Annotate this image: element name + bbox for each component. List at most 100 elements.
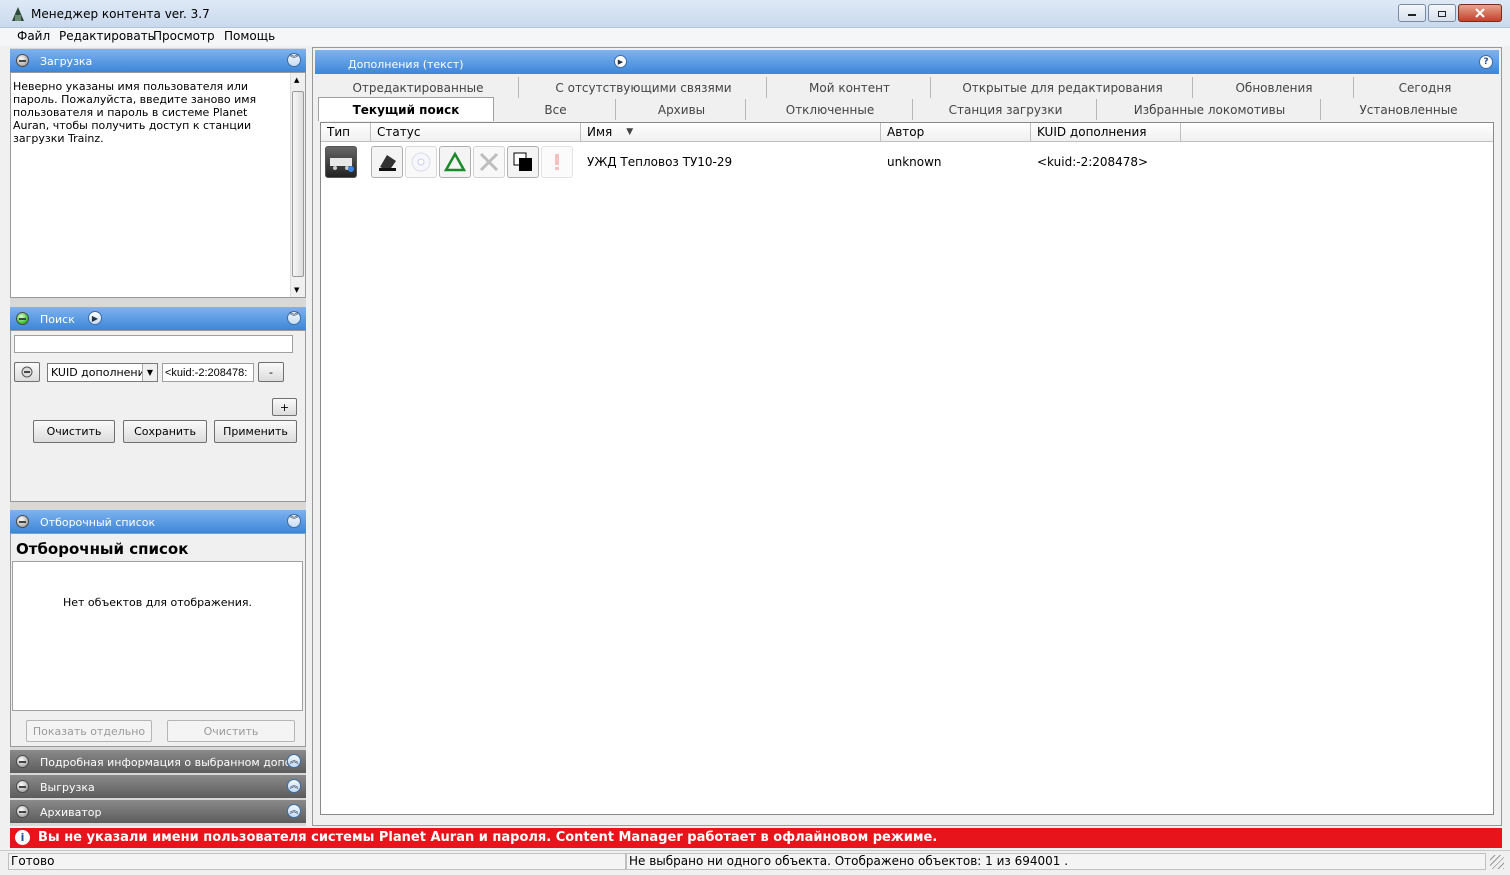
remove-filter-button[interactable]: - bbox=[258, 362, 284, 382]
shortlist-list: Нет объектов для отображения. bbox=[12, 561, 303, 711]
window-title-bar: Менеджер контента ver. 3.7 bbox=[0, 0, 1510, 28]
download-panel-header[interactable]: Загрузка ︾ bbox=[10, 49, 306, 72]
shortlist-heading: Отборочный список bbox=[16, 540, 189, 558]
filter-toggle-button[interactable] bbox=[14, 362, 40, 382]
tab-installed[interactable]: Установленные bbox=[1323, 99, 1494, 120]
layers-status-icon bbox=[507, 146, 539, 178]
save-search-button[interactable]: Сохранить bbox=[123, 420, 207, 443]
sort-down-icon: ▼ bbox=[626, 127, 634, 137]
menu-view[interactable]: Просмотр bbox=[153, 29, 215, 43]
minus-circle-icon bbox=[21, 366, 33, 378]
warning-status-icon bbox=[541, 146, 573, 178]
download-panel-title: Загрузка bbox=[40, 55, 93, 68]
download-scrollbar[interactable]: ▲ ▼ bbox=[290, 73, 305, 297]
panel-status-icon bbox=[16, 54, 29, 67]
archiver-panel-title: Архиватор bbox=[40, 806, 102, 819]
download-message: Неверно указаны имя пользователя или пар… bbox=[13, 80, 257, 145]
content-header-title: Дополнения (текст) bbox=[348, 58, 464, 71]
collapse-chevron-icon[interactable]: ︾ bbox=[287, 311, 301, 325]
expand-chevron-icon[interactable]: ︽ bbox=[287, 754, 301, 768]
maximize-button[interactable] bbox=[1428, 4, 1456, 22]
column-name-label: Имя bbox=[587, 125, 613, 139]
collapse-chevron-icon[interactable]: ︾ bbox=[287, 53, 301, 67]
apply-search-button[interactable]: Применить bbox=[214, 420, 297, 443]
shortlist-panel-body: Отборочный список Нет объектов для отобр… bbox=[10, 533, 306, 747]
tab-edited[interactable]: Отредактированные bbox=[318, 77, 519, 98]
minimize-button[interactable] bbox=[1398, 4, 1426, 22]
expand-chevron-icon[interactable]: ︽ bbox=[287, 804, 301, 818]
shortlist-panel-title: Отборочный список bbox=[40, 516, 156, 529]
tab-download-station[interactable]: Станция загрузки bbox=[915, 99, 1097, 120]
download-panel-body: Неверно указаны имя пользователя или пар… bbox=[10, 72, 306, 298]
tab-current-search[interactable]: Текущий поиск bbox=[318, 97, 494, 121]
offline-alert-bar: i Вы не указали имени пользователя систе… bbox=[10, 828, 1502, 848]
upload-panel-header[interactable]: Выгрузка ︽ bbox=[10, 775, 306, 798]
disc-status-icon bbox=[405, 146, 437, 178]
content-header: Дополнения (текст) ▶ ? bbox=[315, 50, 1499, 74]
tab-all[interactable]: Все bbox=[496, 99, 616, 120]
clear-search-button[interactable]: Очистить bbox=[33, 420, 115, 443]
collapse-chevron-icon[interactable]: ︾ bbox=[287, 514, 301, 528]
search-input[interactable] bbox=[14, 335, 293, 353]
upload-status-icon bbox=[16, 780, 29, 793]
header-arrow-icon[interactable]: ▶ bbox=[614, 55, 627, 68]
search-status-icon bbox=[16, 312, 29, 325]
details-status-icon bbox=[16, 755, 29, 768]
archiver-panel-header[interactable]: Архиватор ︽ bbox=[10, 800, 306, 823]
tab-archives[interactable]: Архивы bbox=[618, 99, 746, 120]
tools-status-icon bbox=[473, 146, 505, 178]
app-logo-icon bbox=[12, 7, 24, 21]
menu-help[interactable]: Помощь bbox=[224, 29, 275, 43]
help-icon[interactable]: ? bbox=[1479, 55, 1493, 69]
column-type[interactable]: Тип bbox=[321, 123, 371, 142]
tab-favorite-locos[interactable]: Избранные локомотивы bbox=[1099, 99, 1321, 120]
triangle-status-icon bbox=[439, 146, 471, 178]
status-left: Готово bbox=[8, 853, 626, 870]
column-kuid[interactable]: KUID дополнения bbox=[1031, 123, 1181, 142]
expand-chevron-icon[interactable]: ︽ bbox=[287, 779, 301, 793]
field-select[interactable]: KUID дополнения ▼ bbox=[47, 363, 158, 382]
menu-edit[interactable]: Редактировать bbox=[59, 29, 155, 43]
row-name: УЖД Тепловоз ТУ10-29 bbox=[587, 155, 733, 169]
column-author[interactable]: Автор bbox=[881, 123, 1031, 142]
column-filler bbox=[1181, 123, 1493, 142]
details-panel-header[interactable]: Подробная информация о выбранном дополне… bbox=[10, 750, 306, 773]
column-status[interactable]: Статус bbox=[371, 123, 581, 142]
tab-missing-deps[interactable]: С отсутствующими связями bbox=[521, 77, 767, 98]
left-sidebar: Загрузка ︾ Неверно указаны имя пользоват… bbox=[10, 48, 306, 826]
tab-updates[interactable]: Обновления bbox=[1195, 77, 1354, 98]
tab-today[interactable]: Сегодня bbox=[1356, 77, 1494, 98]
upload-panel-title: Выгрузка bbox=[40, 781, 95, 794]
menu-file[interactable]: Файл bbox=[17, 29, 50, 43]
offline-alert-text: Вы не указали имени пользователя системы… bbox=[38, 830, 938, 845]
content-panel: Дополнения (текст) ▶ ? Отредактированные… bbox=[312, 47, 1502, 826]
shortlist-status-icon bbox=[16, 515, 29, 528]
shortlist-empty-text: Нет объектов для отображения. bbox=[62, 596, 252, 609]
window-title: Менеджер контента ver. 3.7 bbox=[31, 7, 210, 21]
search-arrow-icon[interactable]: ▶ bbox=[88, 311, 102, 325]
tab-open-for-edit[interactable]: Открытые для редактирования bbox=[933, 77, 1193, 98]
column-name[interactable]: Имя ▼ bbox=[581, 123, 881, 142]
archiver-status-icon bbox=[16, 805, 29, 818]
resize-grip-icon[interactable] bbox=[1490, 855, 1504, 869]
kuid-value-input[interactable] bbox=[162, 363, 254, 382]
search-panel-body: KUID дополнения ▼ - + Очистить Сохранить… bbox=[10, 330, 306, 502]
table-row[interactable]: УЖД Тепловоз ТУ10-29 unknown <kuid:-2:20… bbox=[321, 144, 1493, 180]
dropdown-arrow-icon: ▼ bbox=[142, 364, 157, 381]
tab-disabled[interactable]: Отключенные bbox=[748, 99, 913, 120]
row-kuid: <kuid:-2:208478> bbox=[1037, 155, 1149, 169]
clear-shortlist-button[interactable]: Очистить bbox=[167, 720, 295, 742]
search-panel-title: Поиск bbox=[40, 313, 75, 326]
status-bar: Готово Не выбрано ни одного объекта. Ото… bbox=[0, 850, 1510, 870]
add-filter-button[interactable]: + bbox=[272, 398, 297, 416]
locomotive-type-icon bbox=[325, 146, 357, 178]
shortlist-panel-header[interactable]: Отборочный список ︾ bbox=[10, 510, 306, 533]
menu-bar: Файл Редактировать Просмотр Помощь bbox=[0, 28, 1510, 46]
tab-my-content[interactable]: Мой контент bbox=[769, 77, 931, 98]
installed-status-icon bbox=[371, 146, 403, 178]
status-right: Не выбрано ни одного объекта. Отображено… bbox=[626, 853, 1486, 870]
details-panel-title: Подробная информация о выбранном дополне… bbox=[40, 756, 288, 769]
close-button[interactable] bbox=[1458, 4, 1502, 22]
search-panel-header[interactable]: Поиск ▶ ︾ bbox=[10, 307, 306, 330]
show-separately-button[interactable]: Показать отдельно bbox=[26, 720, 152, 742]
